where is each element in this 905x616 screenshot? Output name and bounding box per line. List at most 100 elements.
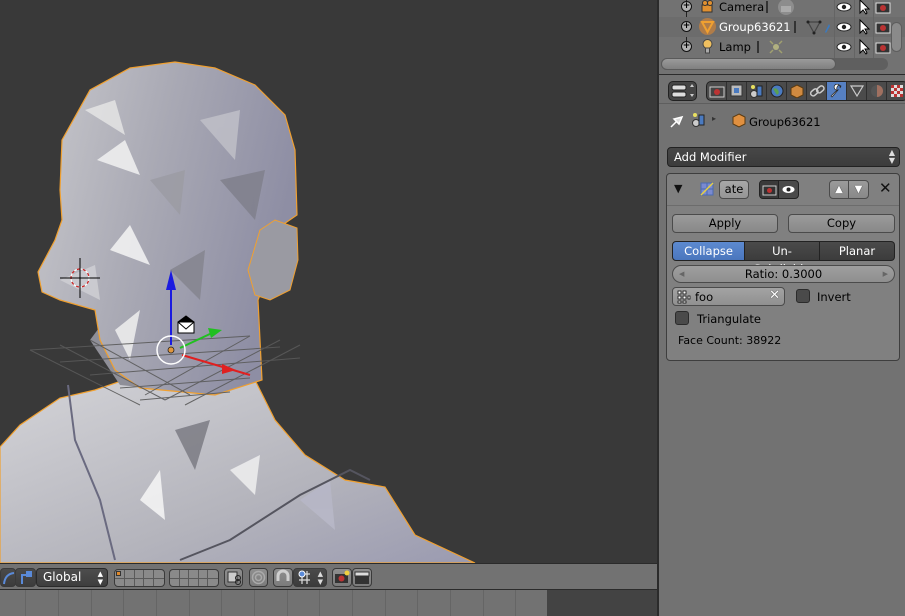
clear-field-icon[interactable]: ✕: [769, 288, 780, 303]
timeline-tick: [254, 590, 255, 616]
layer-5[interactable]: [154, 570, 164, 586]
outliner-item-name[interactable]: Camera: [719, 0, 764, 14]
copy-label: Copy: [826, 216, 857, 230]
timeline-tick: [515, 590, 516, 616]
ratio-value: Ratio: 0.3000: [744, 267, 823, 281]
scene-layers-1[interactable]: [114, 569, 165, 587]
snap-toggle-button[interactable]: [273, 568, 293, 587]
mode-unsubdivide-tab[interactable]: Un-Subdivide: [745, 241, 820, 276]
3d-viewport[interactable]: [0, 0, 657, 563]
layer-15[interactable]: [208, 570, 218, 586]
rotate-manipulator-button[interactable]: [0, 568, 16, 587]
outliner-item-name[interactable]: Group63621: [719, 20, 791, 34]
outliner-horizontal-scrollbar[interactable]: [661, 58, 836, 70]
tab-render[interactable]: [707, 82, 727, 100]
layer-11[interactable]: [170, 570, 180, 586]
tab-modifiers[interactable]: [827, 82, 847, 100]
proportional-edit-button[interactable]: [249, 568, 268, 587]
move-up-button[interactable]: ▲: [830, 181, 850, 198]
proportional-edit-icon: [251, 570, 266, 585]
add-modifier-dropdown[interactable]: Add Modifier ▲ ▼: [667, 147, 900, 167]
wrench-icon: [830, 84, 841, 98]
tab-material[interactable]: [867, 82, 887, 100]
mode-collapse-tab[interactable]: Collapse: [672, 241, 745, 261]
expand-icon[interactable]: +: [681, 41, 692, 52]
tab-object[interactable]: [787, 82, 807, 100]
collapse-triangle-icon[interactable]: ▼: [674, 182, 682, 195]
tab-data[interactable]: [847, 82, 867, 100]
timeline-out-of-range: [547, 590, 657, 616]
renderable-camera-icon[interactable]: [874, 18, 892, 36]
triangle-up-icon: ▲: [835, 184, 843, 195]
timeline-tick: [189, 590, 190, 616]
tab-constraints[interactable]: [807, 82, 827, 100]
copy-button[interactable]: Copy: [788, 214, 895, 233]
mesh-data-icon[interactable]: [805, 18, 823, 36]
breadcrumb: ▸ Group63621: [659, 106, 905, 136]
camera-data-icon[interactable]: [777, 0, 795, 16]
pin-icon[interactable]: [669, 113, 685, 129]
selectable-cursor-icon[interactable]: [855, 0, 873, 16]
invert-checkbox[interactable]: [796, 289, 810, 303]
tab-texture[interactable]: [887, 82, 905, 100]
render-animation-button[interactable]: [352, 568, 372, 587]
visibility-eye-icon[interactable]: [835, 18, 853, 36]
tab-world[interactable]: [767, 82, 787, 100]
renderable-camera-icon[interactable]: [874, 0, 892, 16]
transform-orientation-select[interactable]: Global ▲ ▼: [36, 568, 108, 587]
render-opengl-button[interactable]: [332, 568, 352, 587]
viewport-toggle-button[interactable]: [779, 181, 798, 198]
timeline-tick: [417, 590, 418, 616]
world-icon: [770, 84, 783, 98]
expand-icon[interactable]: +: [681, 1, 692, 12]
layer-3[interactable]: [135, 570, 145, 586]
mode-planar-tab[interactable]: Planar: [820, 241, 895, 261]
layer-4[interactable]: [144, 570, 155, 586]
apply-button[interactable]: Apply: [672, 214, 778, 233]
vertex-group-field[interactable]: foo ✕: [672, 287, 785, 306]
snap-element-select[interactable]: ▲ ▼: [293, 568, 327, 587]
renderable-camera-icon[interactable]: [874, 38, 892, 56]
decrement-arrow-icon[interactable]: ◀: [679, 266, 684, 282]
timeline-tick: [319, 590, 320, 616]
layer-2[interactable]: [125, 570, 135, 586]
tab-scene[interactable]: [747, 82, 767, 100]
increment-arrow-icon[interactable]: ▶: [883, 266, 888, 282]
outliner-item-name[interactable]: Lamp: [719, 40, 751, 54]
layer-1[interactable]: [115, 570, 125, 586]
triangulate-label[interactable]: Triangulate: [697, 312, 761, 326]
lamp-data-icon[interactable]: [767, 38, 785, 56]
layer-14[interactable]: [199, 570, 209, 586]
layer-13[interactable]: [189, 570, 199, 586]
visibility-eye-icon[interactable]: [835, 38, 853, 56]
visibility-eye-icon[interactable]: [835, 0, 853, 16]
outliner-vertical-scrollbar[interactable]: [891, 22, 902, 52]
viewport-canvas[interactable]: [0, 0, 657, 563]
timeline-strip[interactable]: [0, 589, 657, 616]
mesh-head[interactable]: [37, 61, 298, 396]
selectable-cursor-icon[interactable]: [855, 38, 873, 56]
lock-camera-button[interactable]: [224, 568, 243, 587]
add-modifier-label: Add Modifier: [674, 150, 747, 164]
remove-modifier-close-icon[interactable]: ✕: [879, 179, 892, 197]
material-sphere-icon: [870, 85, 883, 97]
layer-12[interactable]: [180, 570, 190, 586]
outliner: + Camera + Group63621 + Lamp: [659, 0, 905, 74]
editor-type-select[interactable]: [668, 81, 697, 101]
viewport-header: Global ▲ ▼ ▲ ▼: [0, 563, 657, 589]
move-down-button[interactable]: ▼: [849, 181, 868, 198]
selectable-cursor-icon[interactable]: [855, 18, 873, 36]
scale-manipulator-button[interactable]: [15, 568, 36, 587]
rotate-manipulator-icon: [3, 572, 15, 585]
vertex-group-value: foo: [695, 290, 714, 304]
scene-layers-2[interactable]: [169, 569, 219, 587]
tab-render-layers[interactable]: [727, 82, 747, 100]
expand-icon[interactable]: +: [681, 21, 692, 32]
invert-label[interactable]: Invert: [817, 290, 851, 304]
timeline-tick: [91, 590, 92, 616]
render-toggle-button[interactable]: [760, 181, 780, 198]
triangulate-checkbox[interactable]: [675, 311, 689, 325]
modifier-name-field[interactable]: ate: [719, 180, 749, 199]
timeline-tick: [123, 590, 124, 616]
ratio-slider[interactable]: ◀ Ratio: 0.3000 ▶: [672, 265, 895, 283]
